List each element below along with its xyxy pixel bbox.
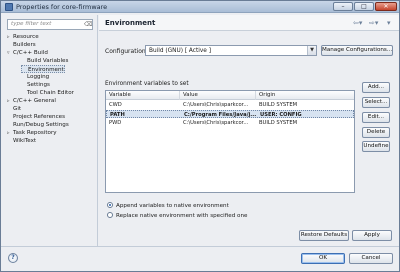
tree-item-label: WikiText xyxy=(13,138,37,144)
table-header: Variable Value Origin xyxy=(106,91,354,100)
view-menu-icon[interactable]: ▾ xyxy=(387,19,391,27)
tree-item-build-variables[interactable]: Build Variables xyxy=(21,57,68,65)
configuration-label: Configuration: xyxy=(105,48,148,55)
manage-configurations-button[interactable]: Manage Configurations... xyxy=(321,45,393,56)
append-variables-radio[interactable]: Append variables to native environment xyxy=(107,202,229,210)
property-page-tree: ▹ Resource Builders ▿ C/C++ Build Build Varia… xyxy=(7,33,95,245)
tree-item-logging[interactable]: Logging xyxy=(21,73,49,81)
properties-dialog: Properties for core-firmware – □ ✕ type … xyxy=(0,0,400,272)
radio-unselected-indicator xyxy=(107,212,113,218)
close-button[interactable]: ✕ xyxy=(375,2,397,11)
tree-item-label: Tool Chain Editor xyxy=(27,90,74,96)
table-row[interactable]: CWD C:\Users\Chris\sparkcor... BUILD SYSTE… xyxy=(106,101,354,109)
tree-item-resource[interactable]: ▹ Resource xyxy=(7,33,39,41)
replace-environment-label: Replace native environment with specifie… xyxy=(116,213,248,219)
title-bar: Properties for core-firmware – □ ✕ xyxy=(1,1,399,13)
page-title: Environment xyxy=(105,19,156,27)
replace-environment-radio[interactable]: Replace native environment with specifie… xyxy=(107,212,247,220)
cell-origin: BUILD SYSTEM xyxy=(259,102,298,108)
properties-app-icon xyxy=(5,3,13,11)
radio-selected-indicator xyxy=(107,202,113,208)
tree-item-git[interactable]: Git xyxy=(7,105,21,113)
tree-item-label: Git xyxy=(13,106,22,112)
cancel-button[interactable]: Cancel xyxy=(349,253,393,264)
tree-item-label: Project References xyxy=(13,114,65,120)
cell-origin: BUILD SYSTEM xyxy=(259,120,298,126)
tree-item-run-debug-settings[interactable]: Run/Debug Settings xyxy=(7,121,69,129)
apply-button[interactable]: Apply xyxy=(352,230,392,241)
tree-item-label: Resource xyxy=(13,34,39,40)
maximize-button[interactable]: □ xyxy=(354,2,374,11)
tree-item-task-repository[interactable]: ▹ Task Repository xyxy=(7,129,57,137)
tree-item-tool-chain-editor[interactable]: Tool Chain Editor xyxy=(21,89,74,97)
column-header-variable[interactable]: Variable xyxy=(106,91,180,100)
tree-item-builders[interactable]: Builders xyxy=(7,41,36,49)
tree-item-label: Run/Debug Settings xyxy=(13,122,69,128)
cell-origin: USER: CONFIG xyxy=(260,112,302,118)
restore-defaults-button[interactable]: Restore Defaults xyxy=(299,230,349,241)
cell-variable: CWD xyxy=(109,102,122,108)
tree-item-settings[interactable]: Settings xyxy=(21,81,50,89)
table-row[interactable]: PWD C:\Users\Chris\sparkcor... BUILD SYSTE… xyxy=(106,119,354,127)
help-icon[interactable]: ? xyxy=(8,253,18,263)
chevron-down-icon[interactable]: ▼ xyxy=(307,46,316,55)
add-variable-button[interactable]: Add... xyxy=(362,82,390,93)
configuration-value: Build (GNU) [ Active ] xyxy=(149,48,211,54)
edit-variable-button[interactable]: Edit... xyxy=(362,112,390,123)
page-header: Environment ⇦▾ ⇨▾ ▾ xyxy=(99,15,399,31)
tree-item-label: Task Repository xyxy=(13,130,57,136)
tree-item-label: C/C++ General xyxy=(13,98,56,104)
tree-item-label: Builders xyxy=(13,42,36,48)
cell-value: C:/Program Files/Java/j... xyxy=(184,112,257,118)
select-variable-button[interactable]: Select... xyxy=(362,97,390,108)
tree-item-project-references[interactable]: Project References xyxy=(7,113,65,121)
column-header-origin[interactable]: Origin xyxy=(256,91,354,100)
undefine-variable-button[interactable]: Undefine xyxy=(362,141,390,152)
tree-item-c-c-general[interactable]: ▹ C/C++ General xyxy=(7,97,56,105)
ok-button[interactable]: OK xyxy=(301,253,345,264)
cell-value: C:\Users\Chris\sparkcor... xyxy=(183,102,249,108)
footer-separator xyxy=(1,246,399,247)
back-arrow-icon[interactable]: ⇦▾ xyxy=(353,19,362,27)
tree-item-environment[interactable]: Environment xyxy=(21,65,65,73)
delete-variable-button[interactable]: Delete xyxy=(362,127,390,138)
tree-item-c-c-build[interactable]: ▿ C/C++ Build xyxy=(7,49,48,57)
append-variables-label: Append variables to native environment xyxy=(116,203,229,209)
window-title: Properties for core-firmware xyxy=(16,3,108,11)
panel-divider[interactable] xyxy=(97,15,98,246)
tree-item-label: Build Variables xyxy=(27,58,69,64)
table-row[interactable]: PATH C:/Program Files/Java/j... USER: CONF… xyxy=(106,110,354,118)
tree-item-label: Logging xyxy=(27,74,50,80)
clear-filter-icon[interactable]: ⌫ xyxy=(84,21,92,28)
column-header-value[interactable]: Value xyxy=(180,91,256,100)
configuration-select[interactable]: Build (GNU) [ Active ] ▼ xyxy=(145,45,317,56)
minimize-button[interactable]: – xyxy=(333,2,353,11)
variables-label: Environment variables to set xyxy=(105,81,189,87)
forward-arrow-icon[interactable]: ⇨▾ xyxy=(369,19,378,27)
tree-item-label: C/C++ Build xyxy=(13,50,48,56)
tree-item-wikitext[interactable]: WikiText xyxy=(7,137,36,145)
cell-variable: PWD xyxy=(109,120,122,126)
tree-item-label: Settings xyxy=(27,82,50,88)
variables-table: Variable Value Origin CWD C:\Users\Chris\… xyxy=(105,90,355,193)
filter-input[interactable]: type filter text xyxy=(7,19,93,30)
cell-variable: PATH xyxy=(110,112,125,118)
cell-value: C:\Users\Chris\sparkcor... xyxy=(183,120,249,126)
